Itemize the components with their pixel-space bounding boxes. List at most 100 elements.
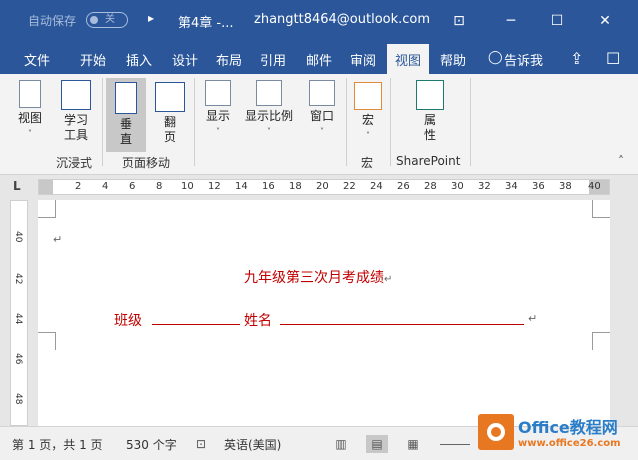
ruler-number: 10 [181, 181, 194, 192]
tab-references[interactable]: 引用 [260, 50, 286, 69]
zoom-slider[interactable] [440, 444, 470, 445]
ruler-number: 12 [208, 181, 221, 192]
zoom-label: 显示比例 [244, 109, 293, 123]
ruler-number: 38 [559, 181, 572, 192]
window-button[interactable]: 窗口 ˅ [304, 80, 340, 139]
collapse-ribbon-icon[interactable]: ˄ [618, 154, 624, 168]
ribbon-display-options-icon[interactable]: ⊡ [444, 8, 474, 34]
group-separator [390, 78, 391, 166]
tab-view[interactable]: 视图 [387, 44, 430, 74]
left-margin [39, 180, 53, 194]
ruler-number: 8 [156, 181, 163, 192]
views-button[interactable]: 视图 ˅ [10, 80, 50, 141]
tab-insert[interactable]: 插入 [126, 50, 152, 69]
show-button[interactable]: 显示 ˅ [200, 80, 236, 139]
ruler-number: 18 [289, 181, 302, 192]
print-layout-icon[interactable]: ▤ [366, 435, 388, 453]
margin-corner [592, 332, 610, 350]
office-logo-icon [478, 414, 514, 450]
group-label-macro: 宏 [361, 156, 374, 170]
document-page[interactable]: ↵ 九年级第三次月考成绩↵ 班级 姓名 ↵ [38, 200, 610, 426]
page-view-icon [19, 80, 41, 108]
side-to-side-button[interactable]: 翻 页 [150, 82, 190, 145]
zoom-button[interactable]: 显示比例 ˅ [240, 80, 298, 139]
read-mode-icon[interactable]: ▥ [330, 435, 352, 453]
macros-label: 宏 [361, 113, 374, 127]
chevron-down-icon: ˅ [267, 127, 271, 136]
ruler-number: 44 [13, 313, 23, 325]
flip-label-2: 页 [163, 130, 176, 144]
language-indicator[interactable]: 英语(美国) [224, 436, 281, 453]
tab-file[interactable]: 文件 [24, 50, 50, 69]
tab-selector-icon[interactable]: L [13, 179, 21, 193]
share-icon[interactable]: ⇪ [570, 49, 583, 68]
class-label[interactable]: 班级 [114, 310, 142, 330]
horizontal-ruler[interactable]: 2 4 6 8 10 12 14 16 18 20 22 24 26 28 30… [38, 179, 610, 195]
group-separator [470, 78, 471, 166]
group-separator [102, 78, 103, 166]
document-heading[interactable]: 九年级第三次月考成绩↵ [244, 267, 392, 287]
maximize-button[interactable]: ☐ [542, 8, 572, 34]
tell-me-search[interactable]: 告诉我 [504, 50, 543, 69]
vertical-ruler[interactable]: 40 42 44 46 48 [10, 200, 28, 426]
autosave-toggle[interactable]: 关 [86, 12, 128, 28]
title-bar: 自动保存 关 ▸ 第4章 -... zhangtt8464@outlook.co… [0, 0, 638, 42]
tab-review[interactable]: 审阅 [350, 50, 376, 69]
name-label[interactable]: 姓名 [244, 310, 272, 330]
web-layout-icon[interactable]: ▦ [402, 435, 424, 453]
tab-layout[interactable]: 布局 [216, 50, 242, 69]
ruler-number: 34 [505, 181, 518, 192]
comments-icon[interactable]: ☐ [606, 49, 620, 68]
watermark-url: www.office26.com [518, 438, 621, 449]
ruler-number: 26 [397, 181, 410, 192]
page-count[interactable]: 第 1 页，共 1 页 [12, 436, 103, 453]
document-area: 40 42 44 46 48 ↵ 九年级第三次月考成绩↵ 班级 姓名 ↵ [0, 200, 638, 426]
ribbon-tabs: 文件 开始 插入 设计 布局 引用 邮件 审阅 视图 帮助 ◯ 告诉我 ⇪ ☐ [0, 42, 638, 74]
show-label: 显示 [205, 109, 230, 123]
ruler-number: 30 [451, 181, 464, 192]
flip-label-1: 翻 [163, 115, 176, 129]
chevron-down-icon: ˅ [366, 131, 370, 140]
zoom-magnifier-icon [256, 80, 282, 106]
tab-home[interactable]: 开始 [80, 50, 106, 69]
vertical-button[interactable]: 垂 直 [106, 78, 146, 152]
tab-design[interactable]: 设计 [172, 50, 198, 69]
ruler-area: L 2 4 6 8 10 12 14 16 18 20 22 24 26 28 … [0, 175, 638, 200]
proofing-icon[interactable]: ⊡ [190, 435, 212, 453]
ruler-number: 4 [102, 181, 109, 192]
heading-text: 九年级第三次月考成绩 [244, 270, 384, 286]
lightbulb-icon: ◯ [488, 50, 503, 65]
ruler-number: 46 [13, 353, 23, 365]
ruler-number: 42 [13, 273, 23, 285]
group-label-immersive: 沉浸式 [56, 156, 93, 170]
quick-access-more-icon[interactable]: ▸ [148, 11, 154, 25]
vertical-label-1: 垂 [119, 117, 132, 131]
autosave-label: 自动保存 [28, 14, 77, 28]
page-flip-icon [155, 82, 185, 112]
close-button[interactable]: ✕ [590, 8, 620, 34]
account-name[interactable]: zhangtt8464@outlook.com [254, 12, 430, 27]
learning-tools-label-1: 学习 [63, 113, 88, 127]
ruler-number: 2 [75, 181, 82, 192]
minimize-button[interactable]: ─ [496, 8, 526, 34]
tab-help[interactable]: 帮助 [440, 50, 466, 69]
name-underline [280, 324, 524, 325]
vertical-label-2: 直 [119, 132, 132, 146]
ruler-number: 14 [235, 181, 248, 192]
paragraph-mark: ↵ [384, 274, 393, 285]
margin-corner [38, 200, 56, 218]
ruler-number: 40 [13, 231, 23, 243]
tab-mailings[interactable]: 邮件 [306, 50, 332, 69]
learning-tools-label-2: 工具 [63, 128, 88, 142]
word-count[interactable]: 530 个字 [126, 436, 177, 453]
properties-button[interactable]: 属 性 [410, 80, 450, 143]
macros-button[interactable]: 宏 ˅ [350, 82, 386, 143]
ruler-number: 24 [370, 181, 383, 192]
class-underline [152, 324, 240, 325]
ruler-number: 16 [262, 181, 275, 192]
learning-tools-button[interactable]: 学习 工具 [54, 80, 98, 143]
group-label-page-move: 页面移动 [122, 156, 171, 170]
ruler-number: 40 [588, 181, 601, 192]
ribbon-panel: 视图 ˅ 学习 工具 沉浸式 垂 直 翻 页 页面移动 显示 ˅ 显示比例 ˅ … [0, 74, 638, 175]
group-separator [194, 78, 195, 166]
